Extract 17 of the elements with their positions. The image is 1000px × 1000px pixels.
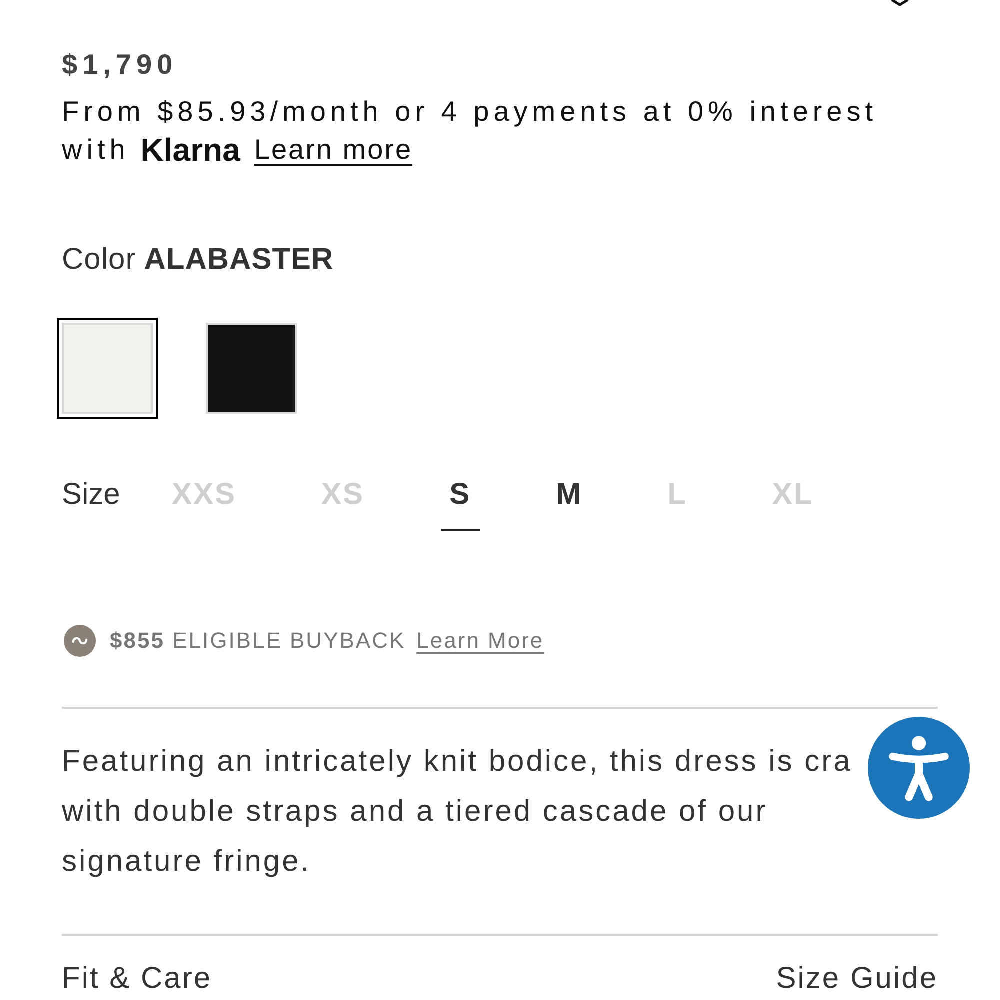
size-label: Size xyxy=(62,477,122,513)
section-tab[interactable]: Fit & Care xyxy=(62,962,212,996)
financing-text: with xyxy=(62,133,130,167)
price: $1,790 xyxy=(62,48,178,82)
buyback-icon xyxy=(64,625,96,657)
size-option[interactable]: S xyxy=(440,477,480,531)
partial-icon[interactable] xyxy=(891,0,909,6)
buyback-text: $855 ELIGIBLE BUYBACK xyxy=(110,627,406,655)
learn-more-link[interactable]: Learn more xyxy=(254,131,413,169)
product-description: Featuring an intricately knit bodice, this dress is cra with double straps and a tiered cascade of our signature fringe. xyxy=(62,744,852,880)
financing-text: From $85.93/month or 4 payments at 0% interest xyxy=(62,95,878,129)
size-option[interactable]: M xyxy=(547,477,592,531)
provider-logo: Klarna xyxy=(140,131,240,169)
color-value: ALABASTER xyxy=(144,242,334,278)
section-tab[interactable]: Size Guide xyxy=(776,962,938,996)
color-label: Color xyxy=(62,242,136,278)
learn-more-link[interactable]: Learn More xyxy=(416,626,544,656)
